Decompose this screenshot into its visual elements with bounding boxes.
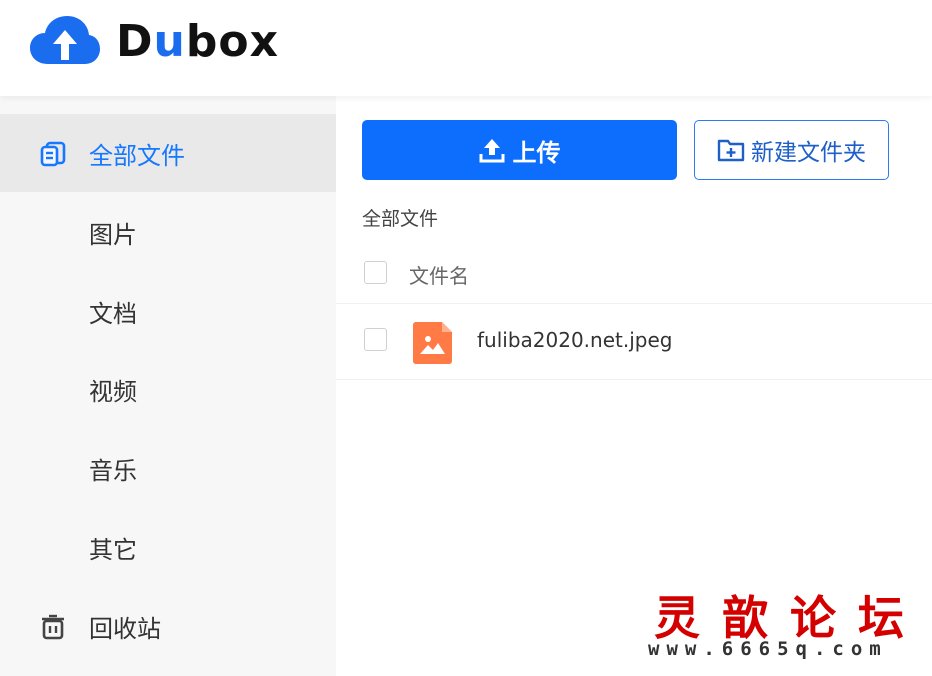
new-folder-button-label: 新建文件夹 xyxy=(751,139,866,165)
cloud-upload-icon xyxy=(30,16,100,64)
sidebar-item-all-files[interactable]: 全部文件 xyxy=(0,114,336,192)
image-file-icon xyxy=(413,322,452,364)
sidebar-item-label: 音乐 xyxy=(89,456,137,485)
sidebar-item-music[interactable]: 音乐 xyxy=(0,429,336,507)
sidebar-item-label: 文档 xyxy=(89,299,137,328)
sidebar-item-images[interactable]: 图片 xyxy=(0,193,336,271)
new-folder-button[interactable]: 新建文件夹 xyxy=(694,120,889,180)
select-all-checkbox[interactable] xyxy=(364,261,387,284)
table-row[interactable]: fuliba2020.net.jpeg xyxy=(336,304,932,380)
column-header-filename[interactable]: 文件名 xyxy=(409,260,469,289)
sidebar-item-label: 图片 xyxy=(89,220,137,249)
watermark-url: www.6665q.com xyxy=(648,638,888,660)
app-header: Dubox xyxy=(0,0,932,96)
sidebar-item-other[interactable]: 其它 xyxy=(0,508,336,586)
upload-icon xyxy=(479,139,504,163)
folder-plus-icon xyxy=(717,139,745,162)
upload-button-label: 上传 xyxy=(512,139,561,167)
sidebar-item-videos[interactable]: 视频 xyxy=(0,350,336,428)
sidebar-item-label: 其它 xyxy=(89,535,137,564)
dubox-logo[interactable]: Dubox xyxy=(30,14,279,70)
breadcrumb[interactable]: 全部文件 xyxy=(362,204,438,231)
watermark: 灵歆论坛 www.6665q.com xyxy=(640,582,920,672)
file-list-header: 文件名 xyxy=(336,246,932,304)
file-name[interactable]: fuliba2020.net.jpeg xyxy=(477,328,672,352)
sidebar-item-label: 视频 xyxy=(89,377,137,406)
sidebar-item-label: 回收站 xyxy=(89,614,161,643)
files-icon xyxy=(40,141,66,167)
trash-icon xyxy=(42,614,64,640)
sidebar: 全部文件 图片 文档 视频 音乐 其它 回收站 xyxy=(0,96,336,676)
sidebar-item-label: 全部文件 xyxy=(89,141,185,170)
logo-wordmark: Dubox xyxy=(116,16,279,67)
row-checkbox[interactable] xyxy=(364,328,387,351)
upload-button[interactable]: 上传 xyxy=(362,120,677,180)
sidebar-item-recycle-bin[interactable]: 回收站 xyxy=(0,587,336,665)
sidebar-item-documents[interactable]: 文档 xyxy=(0,272,336,350)
